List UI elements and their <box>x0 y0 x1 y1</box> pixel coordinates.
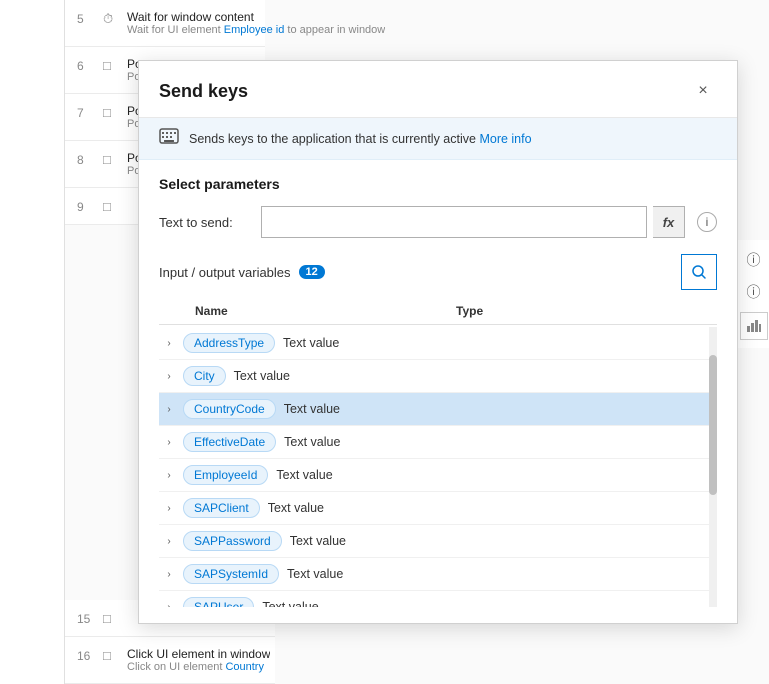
var-type-sappassword: Text value <box>282 534 717 548</box>
var-type-sapuser: Text value <box>254 600 717 607</box>
var-chip-city[interactable]: City <box>183 366 226 386</box>
var-type-countrycode: Text value <box>276 402 717 416</box>
var-chip-sapsystemid[interactable]: SAPSystemId <box>183 564 279 584</box>
variables-label: Input / output variables <box>159 265 291 280</box>
expand-icon-sappassword[interactable]: › <box>159 531 179 551</box>
var-type-city: Text value <box>226 369 717 383</box>
text-to-send-input[interactable] <box>261 206 647 238</box>
popup-icon-7: □ <box>103 105 121 120</box>
expand-icon-countrycode[interactable]: › <box>159 399 179 419</box>
section-title: Select parameters <box>159 176 717 192</box>
wait-icon: ⏱ <box>103 11 121 27</box>
popup-icon-6: □ <box>103 58 121 73</box>
var-chip-countrycode[interactable]: CountryCode <box>183 399 276 419</box>
form-info-icon[interactable]: i <box>697 212 717 232</box>
var-row-sapuser[interactable]: › SAPUser Text value <box>159 591 717 607</box>
fx-button[interactable]: fx <box>653 206 685 238</box>
expand-icon-employeeid[interactable]: › <box>159 465 179 485</box>
expand-icon-effectivedate[interactable]: › <box>159 432 179 452</box>
var-row-city[interactable]: › City Text value <box>159 360 717 393</box>
var-row-sapsystemid[interactable]: › SAPSystemId Text value <box>159 558 717 591</box>
workflow-item-5[interactable]: 5 ⏱ Wait for window content Wait for UI … <box>65 0 265 47</box>
expand-icon-sapsystemid[interactable]: › <box>159 564 179 584</box>
popup-icon-8: □ <box>103 152 121 167</box>
popup-icon-15: □ <box>103 611 121 626</box>
var-type-sapsystemid: Text value <box>279 567 717 581</box>
var-row-employeeid[interactable]: › EmployeeId Text value <box>159 459 717 492</box>
send-keys-modal: Send keys × Sends keys to the applicatio… <box>138 60 738 624</box>
var-chip-sapclient[interactable]: SAPClient <box>183 498 260 518</box>
variables-title-wrap: Input / output variables 12 <box>159 265 325 280</box>
column-type-header: Type <box>456 304 717 318</box>
text-to-send-label: Text to send: <box>159 215 249 230</box>
click-icon: □ <box>103 648 121 663</box>
variables-header: Input / output variables 12 <box>159 254 717 290</box>
var-chip-employeeid[interactable]: EmployeeId <box>183 465 268 485</box>
expand-icon-sapuser[interactable]: › <box>159 597 179 607</box>
form-row: Text to send: fx i <box>159 206 717 238</box>
var-row-countrycode[interactable]: › CountryCode Text value <box>159 393 717 426</box>
var-chip-sappassword[interactable]: SAPPassword <box>183 531 282 551</box>
modal-close-button[interactable]: × <box>689 77 717 105</box>
modal-header: Send keys × <box>139 61 737 118</box>
var-chip-sapuser[interactable]: SAPUser <box>183 597 254 607</box>
var-row-sapclient[interactable]: › SAPClient Text value <box>159 492 717 525</box>
variables-list: › AddressType Text value › City Text val… <box>159 327 717 607</box>
info-icon-1[interactable]: ⓘ <box>742 248 766 272</box>
var-type-addresstype: Text value <box>275 336 717 350</box>
modal-body: Select parameters Text to send: fx i Inp… <box>139 160 737 623</box>
workflow-item-16[interactable]: 16 □ Click UI element in window Click on… <box>65 637 275 684</box>
var-row-addresstype[interactable]: › AddressType Text value <box>159 327 717 360</box>
variables-table-header: Name Type <box>159 300 717 325</box>
column-name-header: Name <box>159 304 456 318</box>
var-type-sapclient: Text value <box>260 501 717 515</box>
scrollbar-thumb[interactable] <box>709 355 717 495</box>
expand-icon-addresstype[interactable]: › <box>159 333 179 353</box>
expand-icon-sapclient[interactable]: › <box>159 498 179 518</box>
variables-section: Input / output variables 12 Name Type <box>159 254 717 607</box>
keyboard-icon <box>159 128 179 149</box>
info-icon-2[interactable]: ⓘ <box>742 280 766 304</box>
variables-count-badge: 12 <box>299 265 325 279</box>
var-row-sappassword[interactable]: › SAPPassword Text value <box>159 525 717 558</box>
text-input-wrap: fx <box>261 206 685 238</box>
variables-search-button[interactable] <box>681 254 717 290</box>
var-type-employeeid: Text value <box>268 468 717 482</box>
expand-icon-city[interactable]: › <box>159 366 179 386</box>
modal-title: Send keys <box>159 81 248 102</box>
info-text: Sends keys to the application that is cu… <box>189 132 532 146</box>
var-type-effectivedate: Text value <box>276 435 717 449</box>
var-chip-effectivedate[interactable]: EffectiveDate <box>183 432 276 452</box>
chart-button[interactable] <box>740 312 768 340</box>
right-sidebar: ⓘ ⓘ <box>737 240 769 348</box>
var-row-effectivedate[interactable]: › EffectiveDate Text value <box>159 426 717 459</box>
scrollbar-track[interactable] <box>709 327 717 607</box>
var-chip-addresstype[interactable]: AddressType <box>183 333 275 353</box>
popup-icon-9: □ <box>103 199 121 214</box>
more-info-link[interactable]: More info <box>479 132 531 146</box>
workflow-sidebar <box>0 0 65 684</box>
info-banner: Sends keys to the application that is cu… <box>139 118 737 160</box>
